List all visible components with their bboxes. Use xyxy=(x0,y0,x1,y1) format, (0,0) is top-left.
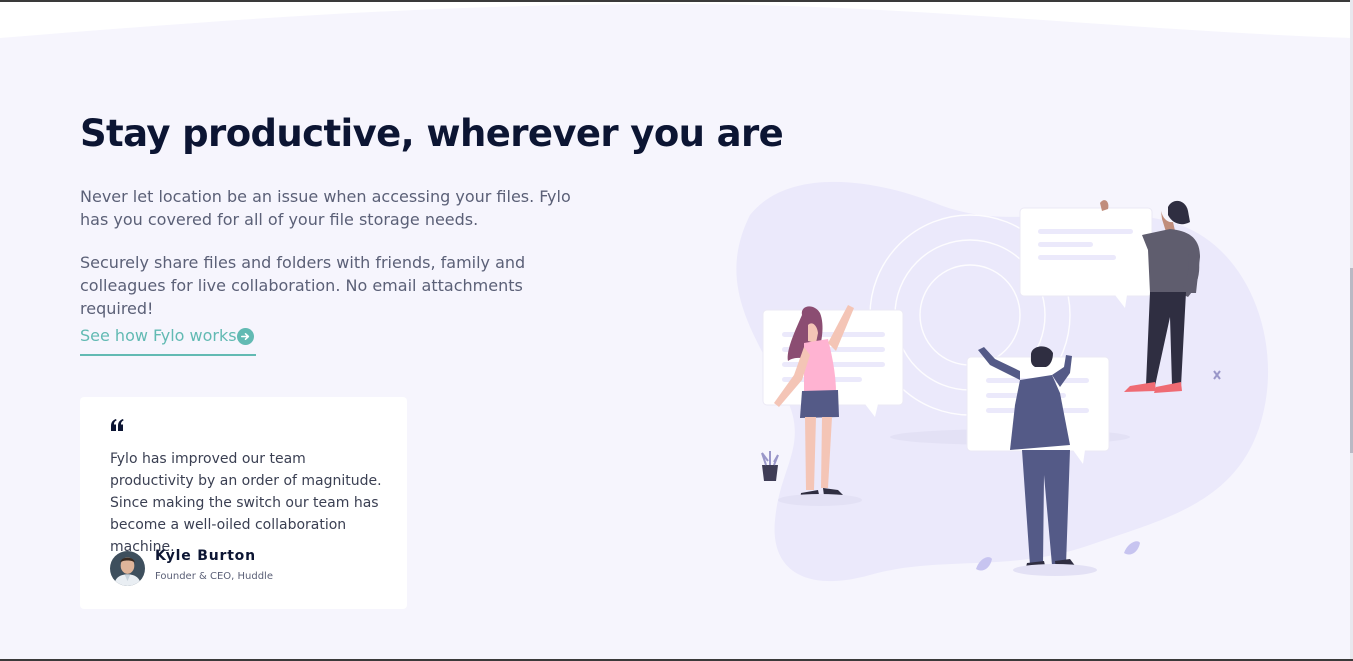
collaboration-paragraph: Securely share files and folders with fr… xyxy=(80,253,526,318)
testimonial-card: Fylo has improved our team productivity … xyxy=(80,397,407,609)
testimonial-quote: Fylo has improved our team productivity … xyxy=(110,451,382,555)
section-top-curve xyxy=(0,2,1353,38)
quote-icon xyxy=(111,419,124,431)
author-role: Founder & CEO, Huddle xyxy=(155,571,273,582)
author-name: Kyle Burton xyxy=(155,548,256,564)
productive-illustration xyxy=(736,181,1269,582)
section-title: Stay productive, wherever you are xyxy=(80,112,784,155)
intro-paragraph: Never let location be an issue when acce… xyxy=(80,187,571,229)
link-label: See how Fylo works xyxy=(80,326,237,345)
see-how-fylo-works-link[interactable]: See how Fylo works xyxy=(80,325,256,356)
arrow-circle-right-icon xyxy=(237,328,254,345)
avatar xyxy=(110,551,145,586)
